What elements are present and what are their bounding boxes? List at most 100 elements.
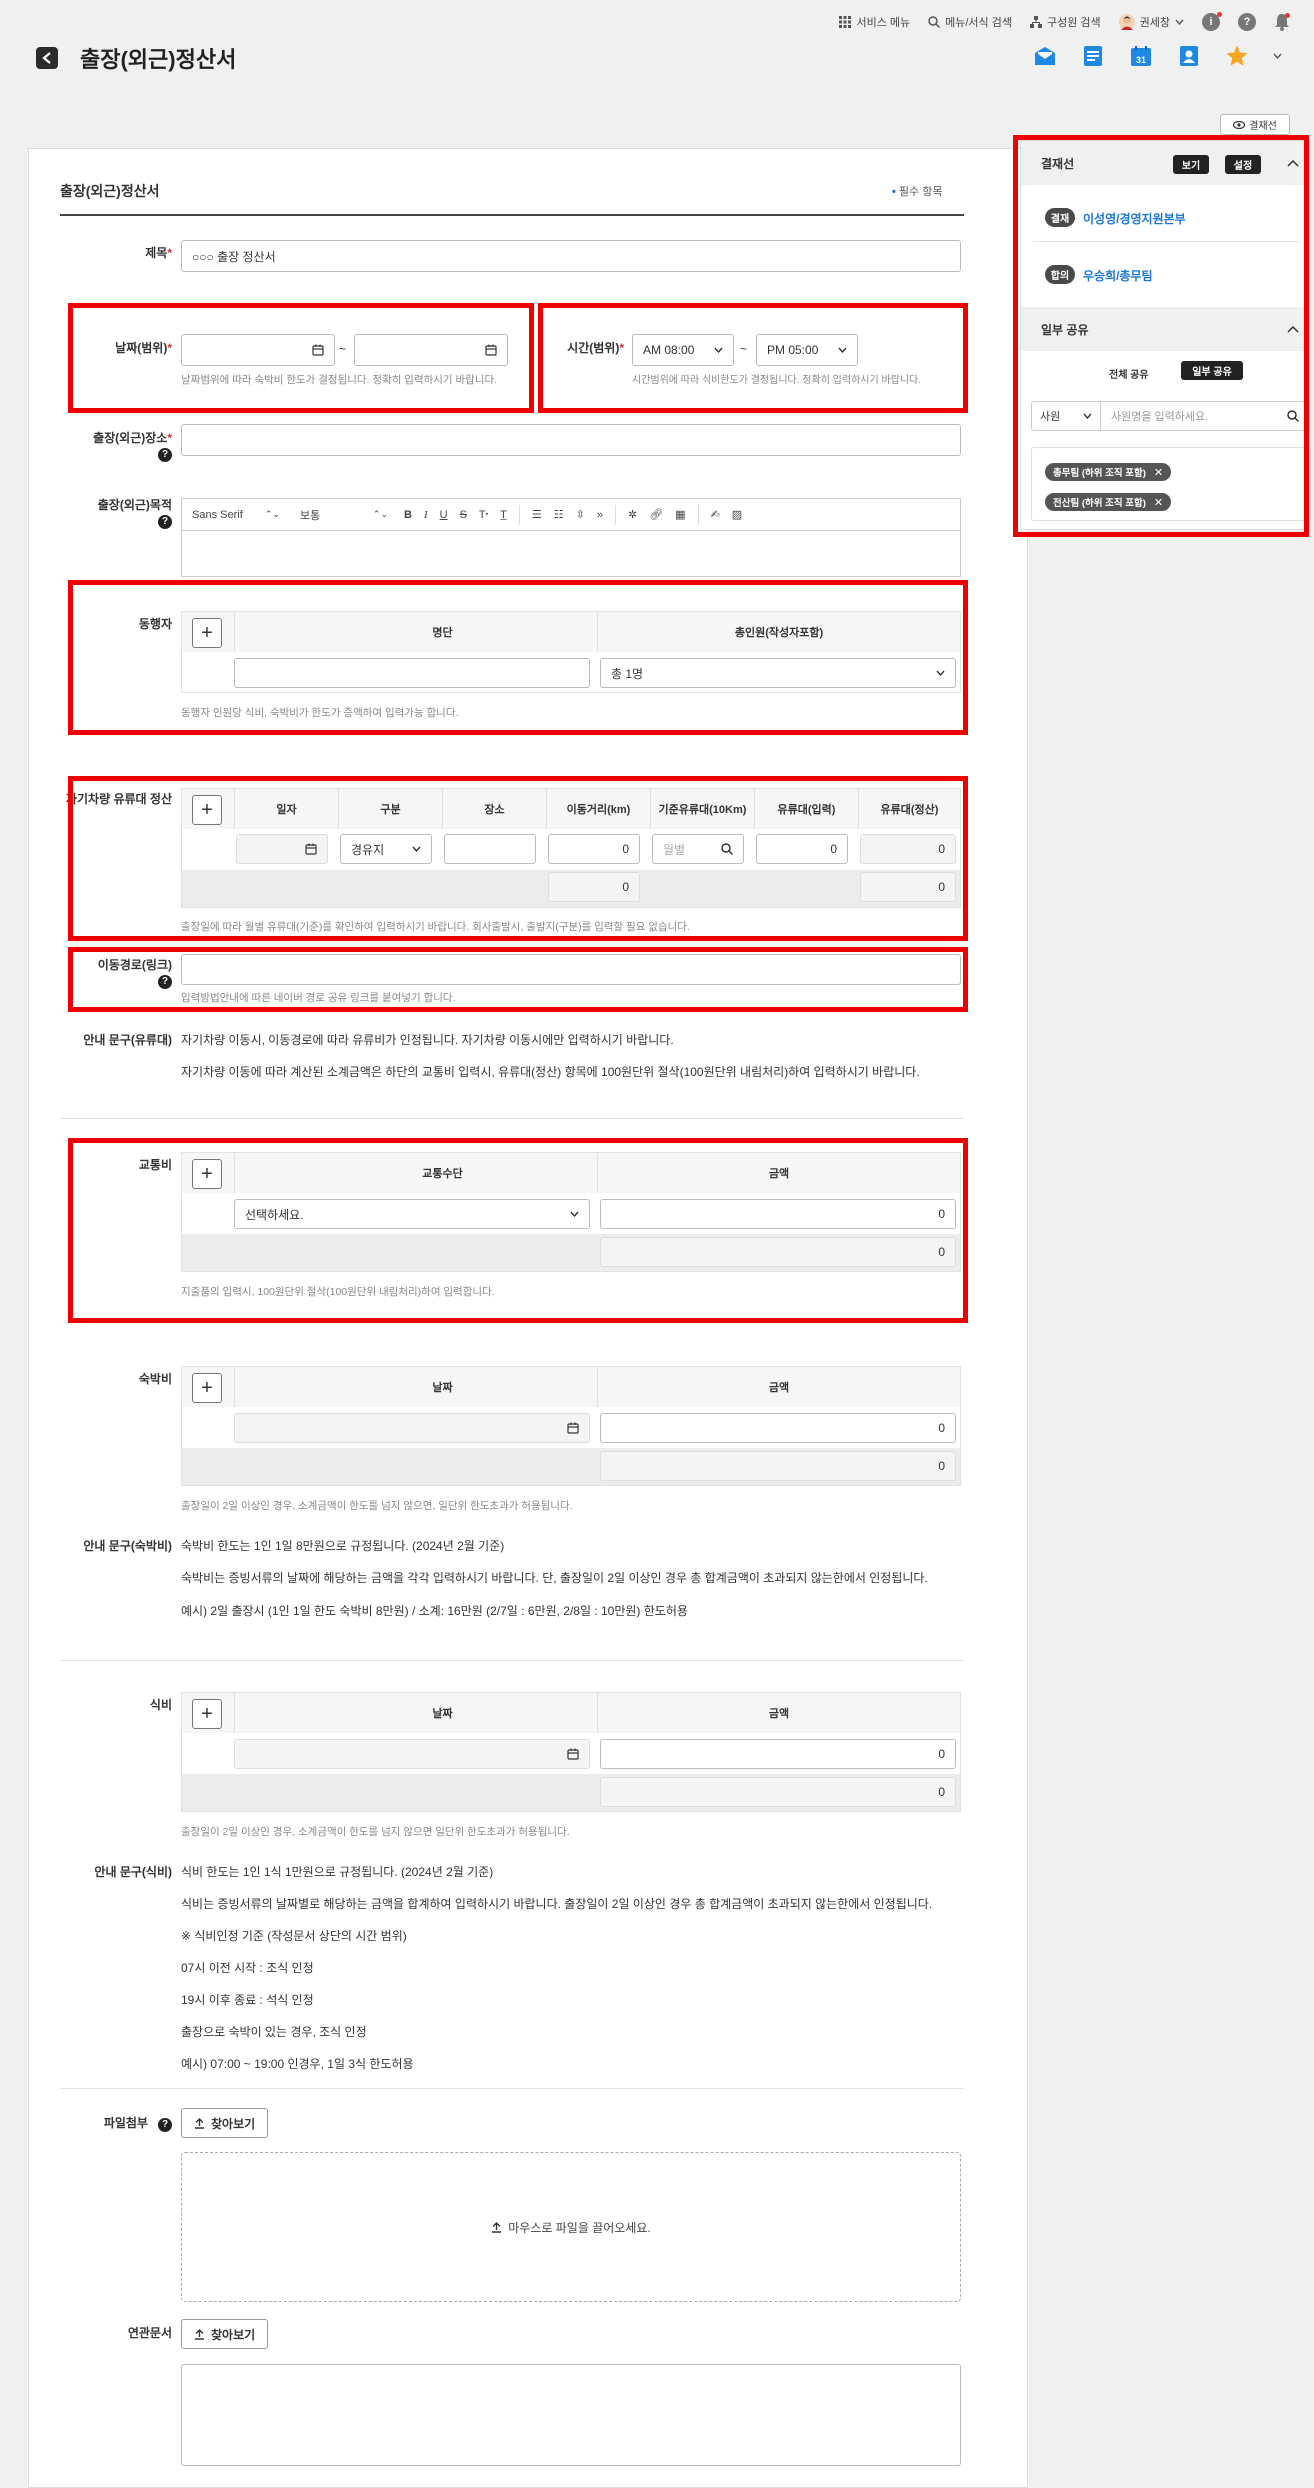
member-search-label: 구성원 검색 — [1046, 17, 1101, 29]
related-browse-button[interactable]: 찾아보기 — [181, 2319, 269, 2349]
required-note: • 필수 항목 — [892, 186, 943, 198]
file-drop-zone[interactable]: 마우스로 파일을 끌어오세요. — [181, 2152, 961, 2302]
contacts-icon[interactable] — [1177, 44, 1201, 68]
related-browse-label: 찾아보기 — [211, 2327, 256, 2342]
calendar-icon — [567, 1422, 579, 1434]
annotation-box — [68, 580, 968, 735]
app-shortcuts: 31 — [1033, 44, 1282, 68]
mail-icon[interactable] — [1033, 44, 1057, 68]
annotation-box — [1013, 135, 1309, 537]
menu-search-link[interactable]: 메뉴/서식 검색 — [928, 14, 1012, 30]
purpose-editor[interactable] — [181, 531, 961, 577]
guide-lodging-line-3: 예시) 2일 출장시 (1인 1일 한도 숙박비 8만원) / 소계: 16만원… — [181, 1604, 688, 1618]
service-menu-link[interactable]: 서비스 메뉴 — [839, 14, 910, 30]
special-char-icon[interactable]: ✲ — [622, 498, 643, 531]
purpose-label: 출장(외근)목적? — [60, 498, 172, 529]
lodging-amount-input[interactable]: 0 — [600, 1413, 956, 1443]
upload-icon — [195, 2328, 204, 2340]
attach-label: 파일첨부 ? — [60, 2116, 172, 2132]
font-size-select[interactable]: 보통 ⌃⌄ — [290, 498, 398, 531]
subject-input[interactable]: ○○○ 출장 정산서 — [181, 240, 961, 272]
chevron-down-icon[interactable] — [1273, 53, 1282, 59]
image-icon[interactable]: ▨ — [726, 498, 748, 531]
underline-icon[interactable]: U — [434, 498, 454, 531]
italic-icon[interactable]: I — [418, 498, 434, 531]
upload-icon — [492, 2221, 502, 2233]
meal-amount-input[interactable]: 0 — [600, 1739, 956, 1769]
col-header-date: 날짜 — [234, 1693, 650, 1733]
attach-browse-button[interactable]: 찾아보기 — [181, 2108, 269, 2138]
guide-lodging-line-1: 숙박비 한도는 1인 1일 8만원으로 규정됩니다. (2024년 2월 기준) — [181, 1539, 505, 1553]
calendar-icon[interactable]: 31 — [1129, 44, 1153, 68]
guide-fuel-line-1: 자기차량 이동시, 이동경로에 따라 유류비가 인정됩니다. 자기차량 이동시에… — [181, 1033, 674, 1047]
lodging-sum-value: 0 — [938, 1459, 945, 1473]
annotation-box — [68, 1138, 968, 1323]
lodging-label: 숙박비 — [138, 1372, 172, 1386]
guide-meal-label: 안내 문구(식비) — [94, 1865, 172, 1879]
guide-lodging-line-2: 숙박비는 증빙서류의 날짜에 해당하는 금액을 각각 입력하시기 바랍니다. 단… — [181, 1571, 928, 1585]
annotation-box — [68, 947, 968, 1012]
lodging-amount-value: 0 — [938, 1421, 945, 1435]
font-family-select[interactable]: Sans Serif ⌃⌄ — [182, 498, 290, 531]
approval-line-button-label: 결재선 — [1249, 121, 1277, 132]
table-icon[interactable]: ▦ — [669, 498, 691, 531]
lodging-help: 출장일이 2일 이상인 경우, 소계금액이 한도를 넘지 않으면, 일단위 한도… — [181, 1500, 573, 1512]
attach-label-text: 파일첨부 — [103, 2116, 148, 2130]
help-icon[interactable]: ? — [158, 2117, 172, 2132]
avatar — [1118, 14, 1135, 30]
meal-date-input[interactable] — [234, 1739, 590, 1769]
info-icon[interactable]: i — [1202, 12, 1222, 31]
guide-meal-line-7: 예시) 07:00 ~ 19:00 인경우, 1일 3식 한도허용 — [181, 2057, 414, 2071]
text-color-icon[interactable]: T ▪ — [473, 498, 494, 531]
menu-search-label: 메뉴/서식 검색 — [945, 17, 1012, 29]
guide-meal-line-2: 식비는 증빙서류의 날짜별로 해당하는 금액을 합계하여 입력하시기 바랍니다.… — [181, 1897, 933, 1911]
page-title: 출장(외근)정산서 — [80, 47, 237, 72]
toolbar-divider — [614, 504, 616, 525]
grid-icon — [839, 16, 852, 28]
subject-label-text: 제목 — [145, 246, 168, 260]
eye-icon — [1233, 120, 1246, 129]
approval-line-button[interactable]: 결재선 — [1220, 114, 1290, 135]
bold-icon[interactable]: B — [398, 498, 418, 531]
col-header-amount: 금액 — [597, 1367, 960, 1407]
line-height-icon[interactable]: ⇳ — [570, 498, 591, 531]
star-icon[interactable] — [1225, 44, 1249, 68]
font-size-value: 보통 — [300, 509, 321, 522]
guide-fuel-label: 안내 문구(유류대) — [83, 1033, 172, 1047]
lodging-date-input[interactable] — [234, 1413, 590, 1443]
align-icon[interactable]: ☰ — [526, 498, 548, 531]
help-icon[interactable]: ? — [158, 447, 172, 462]
section-divider — [60, 1118, 964, 1119]
back-button[interactable] — [36, 47, 58, 69]
help-icon[interactable]: ? — [158, 514, 172, 529]
more-icon[interactable]: » — [591, 498, 609, 531]
guide-meal-line-6: 출장으로 숙박이 있는 경우, 조식 인정 — [181, 2025, 367, 2039]
related-docs-label: 연관문서 — [127, 2326, 172, 2340]
place-input[interactable] — [181, 424, 961, 456]
guide-fuel-line-2: 자기차량 이동에 따라 계산된 소계금액은 하단의 교통비 입력시, 유류대(정… — [181, 1065, 920, 1079]
annotation-box — [538, 303, 968, 413]
help-icon[interactable]: ? — [1238, 13, 1256, 31]
bell-icon[interactable] — [1274, 13, 1290, 31]
search-icon — [928, 16, 941, 28]
guide-lodging-label: 안내 문구(숙박비) — [83, 1539, 172, 1553]
link-icon[interactable]: 🔗︎ — [643, 498, 669, 531]
member-search-link[interactable]: 구성원 검색 — [1029, 14, 1101, 30]
form-title: 출장(외근)정산서 — [60, 183, 160, 199]
board-icon[interactable] — [1081, 44, 1105, 68]
toolbar-divider — [697, 504, 699, 525]
related-docs-box[interactable] — [181, 2364, 961, 2466]
place-label-text: 출장(외근)장소 — [93, 431, 168, 445]
add-row-button[interactable]: + — [192, 1373, 222, 1403]
strikethrough-icon[interactable]: S — [454, 498, 473, 531]
add-row-button[interactable]: + — [192, 1699, 222, 1729]
page-header: 출장(외근)정산서 — [36, 42, 236, 74]
clear-format-icon[interactable]: T̲ — [494, 498, 513, 531]
user-menu[interactable]: 권세창 — [1118, 14, 1184, 30]
signature-icon[interactable]: ✍︎ — [705, 498, 726, 531]
chevron-left-icon — [42, 52, 51, 64]
guide-meal-line-1: 식비 한도는 1인 1식 1만원으로 규정됩니다. (2024년 2월 기준) — [181, 1865, 494, 1879]
meal-amount-value: 0 — [938, 1747, 945, 1761]
service-menu-label: 서비스 메뉴 — [856, 17, 911, 29]
list-icon[interactable]: ☷ — [548, 498, 570, 531]
